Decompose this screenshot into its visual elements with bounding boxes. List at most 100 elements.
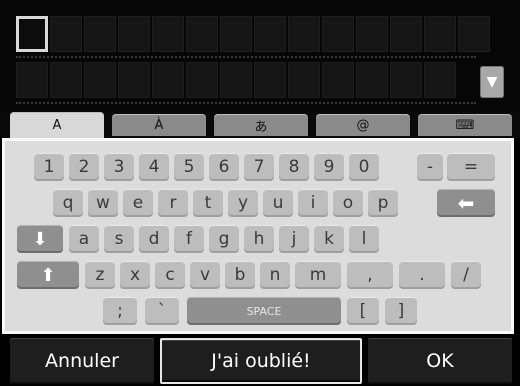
- text-cursor-box[interactable]: [16, 16, 48, 52]
- entry-row-2: [16, 60, 458, 100]
- key-label: =: [463, 157, 479, 177]
- key[interactable]: d: [139, 225, 169, 253]
- key-label: o: [342, 193, 354, 213]
- scroll-down-button[interactable]: ▼: [480, 66, 504, 98]
- key-label: b: [234, 265, 246, 285]
- key[interactable]: z: [85, 261, 115, 289]
- key[interactable]: 8: [279, 153, 309, 181]
- tab-label: A: [52, 117, 62, 133]
- key[interactable]: r: [158, 189, 188, 217]
- key[interactable]: n: [260, 261, 290, 289]
- shift-button[interactable]: ⬆: [17, 261, 79, 289]
- key[interactable]: -: [417, 153, 443, 181]
- entry-cell: [424, 62, 456, 98]
- key[interactable]: 6: [209, 153, 239, 181]
- entry-cell: [220, 62, 252, 98]
- key[interactable]: t: [193, 189, 223, 217]
- key-label: 9: [323, 157, 335, 177]
- key[interactable]: 5: [174, 153, 204, 181]
- tab-symbols[interactable]: @: [316, 114, 410, 136]
- key[interactable]: p: [368, 189, 398, 217]
- key[interactable]: b: [225, 261, 255, 289]
- key[interactable]: ;: [103, 297, 137, 325]
- key-label: w: [96, 193, 110, 213]
- entry-cell: [152, 62, 184, 98]
- entry-cell: [390, 62, 422, 98]
- key[interactable]: 9: [314, 153, 344, 181]
- key[interactable]: i: [298, 189, 328, 217]
- backspace-arrow-icon: ⬅: [457, 191, 475, 215]
- key-label: 8: [288, 157, 300, 177]
- entry-divider: [16, 56, 476, 58]
- tab-keyboard-layout[interactable]: ⌨: [418, 114, 512, 136]
- ok-button[interactable]: OK: [368, 338, 512, 384]
- key-label: e: [132, 193, 144, 213]
- key-label: y: [237, 193, 249, 213]
- key-label: c: [165, 265, 175, 285]
- key[interactable]: 1: [34, 153, 64, 181]
- forgot-label: J'ai oublié!: [211, 350, 311, 372]
- key[interactable]: x: [120, 261, 150, 289]
- key[interactable]: g: [209, 225, 239, 253]
- tab-label: ⌨: [455, 117, 475, 133]
- key[interactable]: [: [347, 297, 379, 325]
- cancel-label: Annuler: [45, 350, 119, 372]
- key[interactable]: 2: [69, 153, 99, 181]
- key-label: [: [359, 301, 367, 321]
- caps-lock-button[interactable]: ⬇: [17, 225, 63, 253]
- key[interactable]: ,: [347, 261, 393, 289]
- backspace-button[interactable]: ⬅: [437, 189, 495, 217]
- entry-cell: [50, 16, 82, 52]
- key[interactable]: e: [123, 189, 153, 217]
- key[interactable]: u: [263, 189, 293, 217]
- key[interactable]: s: [104, 225, 134, 253]
- key-label: q: [62, 193, 74, 213]
- key[interactable]: l: [349, 225, 379, 253]
- key[interactable]: 3: [104, 153, 134, 181]
- key-label: ]: [397, 301, 405, 321]
- key-label: u: [272, 193, 284, 213]
- key-label: 2: [78, 157, 90, 177]
- key[interactable]: v: [190, 261, 220, 289]
- tab-kana[interactable]: あ: [214, 114, 308, 136]
- key[interactable]: m: [295, 261, 341, 289]
- key[interactable]: o: [333, 189, 363, 217]
- key[interactable]: 7: [244, 153, 274, 181]
- key[interactable]: y: [228, 189, 258, 217]
- screen: ▼ A À あ @ ⌨ 1 2 3 4 5 6 7 8 9 0 - = q w …: [0, 0, 520, 386]
- space-bar[interactable]: SPACE: [187, 297, 341, 325]
- key[interactable]: 4: [139, 153, 169, 181]
- key[interactable]: h: [244, 225, 274, 253]
- key-label: ;: [117, 301, 123, 321]
- key-label: d: [148, 229, 160, 249]
- entry-cell: [390, 16, 422, 52]
- key-label: .: [419, 265, 425, 285]
- key[interactable]: f: [174, 225, 204, 253]
- key-label: g: [218, 229, 230, 249]
- key[interactable]: j: [279, 225, 309, 253]
- entry-row-1: [16, 14, 492, 54]
- key[interactable]: .: [399, 261, 445, 289]
- entry-cell: [322, 62, 354, 98]
- key[interactable]: a: [69, 225, 99, 253]
- tab-accented[interactable]: À: [112, 114, 206, 136]
- key[interactable]: w: [88, 189, 118, 217]
- key[interactable]: 0: [349, 153, 379, 181]
- text-entry-area[interactable]: ▼: [0, 0, 520, 112]
- forgot-button[interactable]: J'ai oublié!: [160, 338, 362, 384]
- key[interactable]: =: [447, 153, 495, 181]
- key[interactable]: k: [314, 225, 344, 253]
- cancel-button[interactable]: Annuler: [10, 338, 154, 384]
- key[interactable]: c: [155, 261, 185, 289]
- tab-label: あ: [254, 119, 268, 135]
- tab-label: @: [356, 117, 370, 133]
- key[interactable]: ]: [385, 297, 417, 325]
- key-label: -: [426, 157, 434, 177]
- entry-cell: [16, 62, 48, 98]
- tab-latin[interactable]: A: [10, 112, 104, 138]
- key-label: p: [377, 193, 389, 213]
- key[interactable]: /: [451, 261, 481, 289]
- key[interactable]: q: [53, 189, 83, 217]
- entry-cell: [84, 62, 116, 98]
- key[interactable]: `: [145, 297, 179, 325]
